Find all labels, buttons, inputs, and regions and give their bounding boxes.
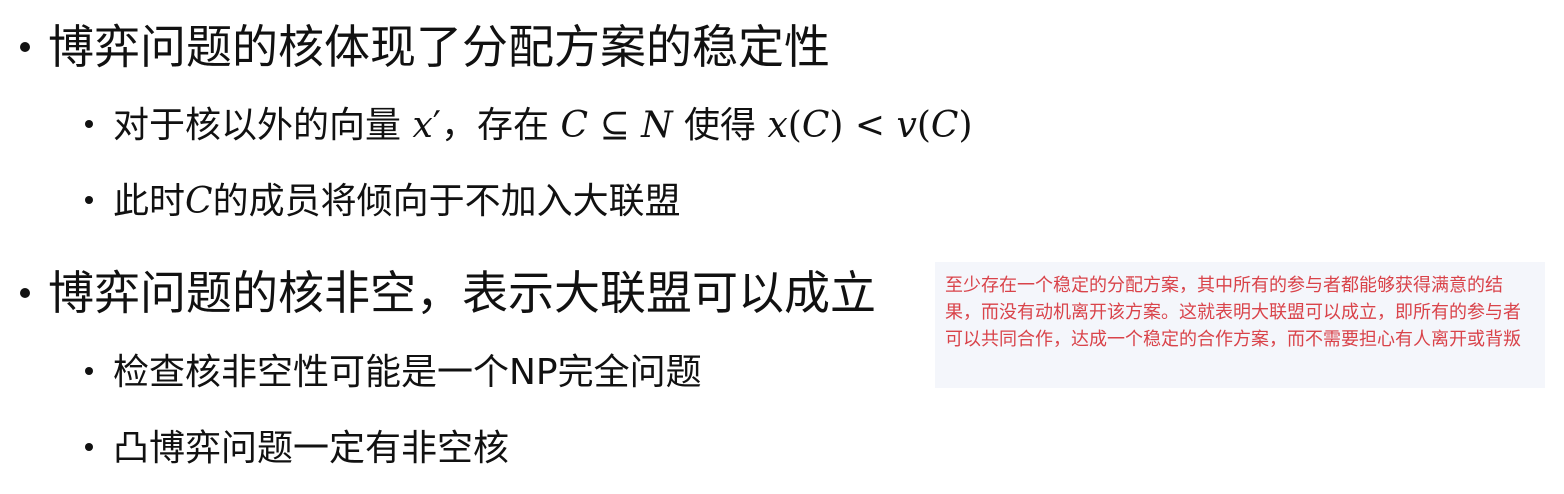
bullet-core-stability: 博弈问题的核体现了分配方案的稳定性 (20, 24, 830, 70)
bullet-core-nonempty: 博弈问题的核非空，表示大联盟可以成立 (20, 270, 876, 316)
bullet-dot (85, 120, 93, 128)
math-inequality: x(C) < v(C) (767, 105, 973, 146)
sub-bullet-members-leave: 此时C的成员将倾向于不加入大联盟 (85, 184, 681, 220)
sub-bullet-text-mid: ，存在 (440, 105, 549, 146)
bullet-dot (20, 41, 30, 52)
bullet-text: 博弈问题的核体现了分配方案的稳定性 (48, 20, 830, 74)
sub-bullet-text-then: 使得 (684, 105, 757, 146)
math-c: C (185, 181, 213, 222)
bullet-dot (20, 287, 30, 298)
sub-bullet-text: 检查核非空性可能是一个NP完全问题 (113, 352, 702, 393)
sub-bullet-outside-core: 对于核以外的向量 x′，存在 C ⊆ N 使得 x(C) < v(C) (85, 108, 973, 144)
sub-bullet-np-complete: 检查核非空性可能是一个NP完全问题 (85, 355, 702, 391)
sub-bullet-text: 对于核以外的向量 (113, 105, 402, 146)
bullet-dot (85, 443, 93, 451)
math-c-subset-n: C ⊆ N (560, 105, 673, 146)
sub-bullet-text: 凸博弈问题一定有非空核 (113, 428, 510, 469)
bullet-text: 博弈问题的核非空，表示大联盟可以成立 (48, 266, 876, 320)
sub-bullet-text-suffix: 的成员将倾向于不加入大联盟 (212, 181, 681, 222)
annotation-note: 至少存在一个稳定的分配方案，其中所有的参与者都能够获得满意的结果，而没有动机离开… (935, 262, 1545, 388)
math-x-prime: x′ (412, 105, 441, 146)
bullet-dot (85, 367, 93, 375)
sub-bullet-text: 此时 (113, 181, 186, 222)
bullet-dot (85, 196, 93, 204)
sub-bullet-convex-game: 凸博弈问题一定有非空核 (85, 431, 509, 467)
